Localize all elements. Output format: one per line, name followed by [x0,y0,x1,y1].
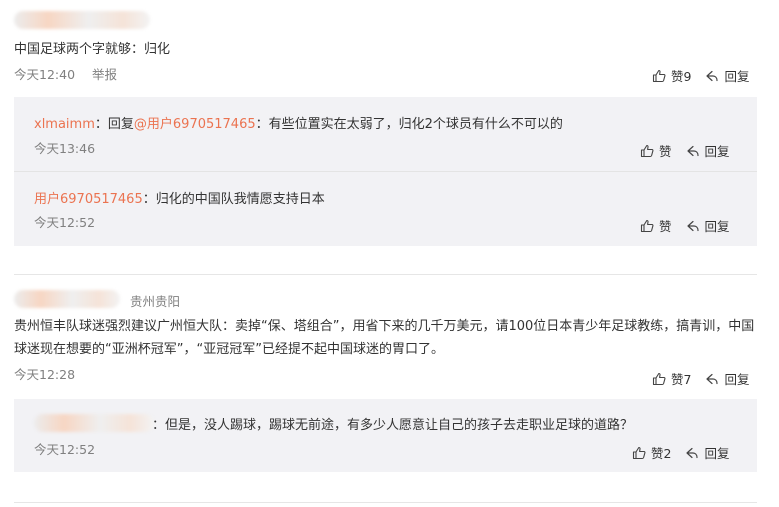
reply-arrow-icon [686,447,699,458]
thread-divider [14,274,757,275]
like-button[interactable]: 赞7 [652,369,691,388]
like-count: 赞9 [671,69,692,84]
thumbs-up-icon [640,219,654,232]
reply-label: 回复 [704,446,730,461]
like-label: 赞 [659,219,672,234]
reply-time: 今天13:46 [34,141,96,156]
reply-arrow-icon [686,220,699,231]
reply-word: 回复 [107,117,134,132]
user-location: 贵州贵阳 [130,294,181,309]
comment-time: 今天12:40 [14,67,76,82]
thumbs-up-icon [632,446,646,459]
thread-divider [14,502,757,503]
comment-text: 贵州恒丰队球迷强烈建议广州恒大队：卖掉“保、塔组合”，用省下来的几千万美元，请1… [14,319,755,357]
reply-button[interactable]: 回复 [705,66,749,85]
blurred-username [14,11,150,29]
reply-button[interactable]: 回复 [686,216,730,235]
reply-actions: 赞2 回复 [632,443,729,462]
comment-actions: 赞9 回复 [652,66,749,85]
reply-author[interactable]: 用户6970517465 [34,192,143,207]
reply-label: 回复 [724,69,750,84]
reply-text: ：但是，没人踢球，踢球无前途，有多少人愿意让自己的孩子去走职业足球的道路？ [152,418,634,433]
comment-feed: 中国足球两个字就够：归化 今天12:40 举报 赞9 回复 xlmaimm：回复… [0,0,779,507]
reply-button[interactable]: 回复 [705,369,749,388]
reply-content: 用户6970517465：归化的中国队我情愿支持日本 [34,188,325,207]
reply-label: 回复 [704,144,730,159]
like-button[interactable]: 赞 [640,216,672,235]
thumbs-up-icon [652,372,666,385]
like-label: 赞 [659,144,672,159]
blurred-username [34,414,154,432]
reply-time: 今天12:52 [34,442,96,457]
like-count: 赞2 [651,446,672,461]
reply-actions: 赞 回复 [640,216,730,235]
like-count: 赞7 [671,372,692,387]
like-button[interactable]: 赞2 [632,443,671,462]
thumbs-up-icon [640,144,654,157]
like-button[interactable]: 赞 [640,141,672,160]
reply-arrow-icon [706,373,719,384]
reply-actions: 赞 回复 [640,141,730,160]
thumbs-up-icon [652,69,666,82]
report-link[interactable]: 举报 [92,64,117,83]
reply-button[interactable]: 回复 [686,141,730,160]
comment-text: 中国足球两个字就够：归化 [14,42,171,57]
reply-arrow-icon [686,145,699,156]
reply-content: xlmaimm：回复@用户6970517465：有些位置实在太弱了，归化2个球员… [34,113,563,132]
reply-divider [14,171,757,172]
reply-label: 回复 [704,219,730,234]
reply-text: ：有些位置实在太弱了，归化2个球员有什么不可以的 [255,117,563,132]
reply-label: 回复 [724,372,750,387]
reply-colon: ： [94,117,108,132]
comment-actions: 赞7 回复 [652,369,749,388]
reply-author[interactable]: xlmaimm [34,117,95,132]
like-button[interactable]: 赞9 [652,66,691,85]
reply-time: 今天12:52 [34,215,96,230]
blurred-username [14,290,120,308]
reply-mention[interactable]: @用户6970517465 [134,117,256,132]
reply-button[interactable]: 回复 [685,443,729,462]
reply-text: ：归化的中国队我情愿支持日本 [142,192,325,207]
reply-arrow-icon [706,70,719,81]
comment-time: 今天12:28 [14,367,76,382]
